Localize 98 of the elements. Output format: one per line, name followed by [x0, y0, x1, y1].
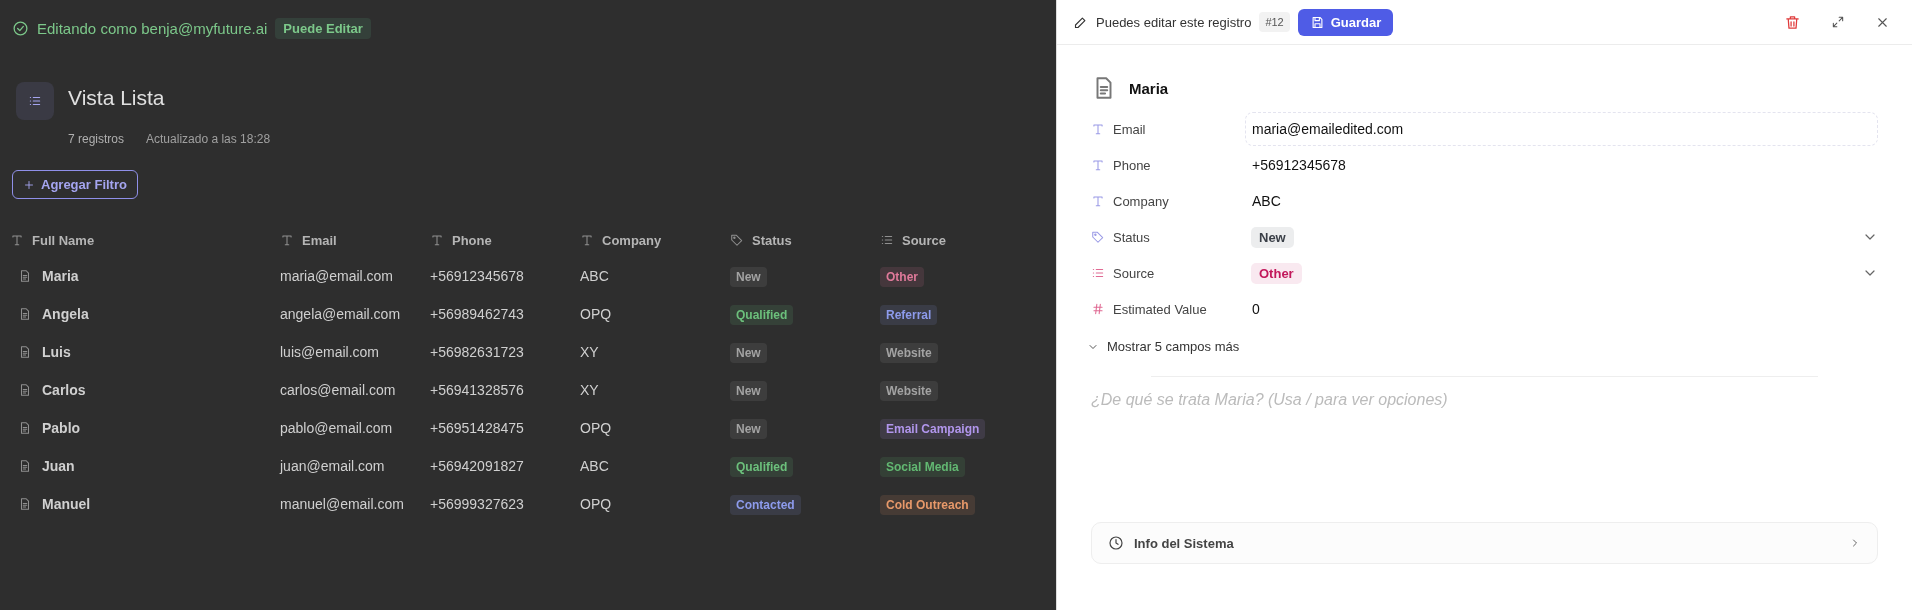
- field-input[interactable]: maria@emailedited.com: [1245, 112, 1878, 146]
- email-cell: maria@email.com: [280, 268, 393, 284]
- company-cell: ABC: [580, 458, 609, 474]
- expand-icon: [1831, 15, 1845, 29]
- email-cell: carlos@email.com: [280, 382, 396, 398]
- check-circle-icon: [12, 19, 29, 37]
- status-tag: Qualified: [730, 305, 794, 325]
- updated-time: Actualizado a las 18:28: [146, 132, 271, 146]
- column-header[interactable]: Phone: [452, 232, 492, 248]
- name-cell[interactable]: Maria: [42, 268, 79, 284]
- email-cell: manuel@email.com: [280, 496, 404, 512]
- field-input[interactable]: ABC: [1251, 186, 1878, 216]
- tag-value[interactable]: New: [1251, 226, 1294, 248]
- text-type-icon: [1091, 122, 1105, 136]
- status-tag: New: [730, 267, 767, 287]
- field-label: Company: [1113, 193, 1169, 209]
- name-cell[interactable]: Juan: [42, 458, 75, 474]
- field-label: Source: [1113, 265, 1155, 281]
- source-tag: Referral: [880, 305, 938, 325]
- tag-icon: [1091, 230, 1105, 244]
- email-cell: angela@email.com: [280, 306, 401, 322]
- phone-cell: +56999327623: [430, 496, 524, 512]
- system-info-bar[interactable]: Info del Sistema: [1091, 522, 1878, 564]
- text-type-icon: [280, 233, 294, 247]
- phone-cell: +56942091827: [430, 458, 524, 474]
- list-icon: [880, 233, 894, 247]
- company-cell: OPQ: [580, 306, 612, 322]
- status-tag: Contacted: [730, 495, 801, 515]
- company-cell: XY: [580, 344, 599, 360]
- pencil-icon: [1073, 14, 1088, 30]
- name-cell[interactable]: Angela: [42, 306, 89, 322]
- phone-cell: +56982631723: [430, 344, 524, 360]
- document-icon: [18, 269, 32, 283]
- view-title: Vista Lista: [68, 86, 166, 110]
- column-header[interactable]: Email: [302, 232, 337, 248]
- field-label: Email: [1113, 121, 1146, 137]
- phone-cell: +56989462743: [430, 306, 524, 322]
- tag-value[interactable]: Other: [1251, 262, 1302, 284]
- phone-cell: +56912345678: [430, 268, 524, 284]
- text-type-icon: [430, 233, 444, 247]
- source-tag: Website: [880, 343, 938, 363]
- company-cell: XY: [580, 382, 599, 398]
- field-label: Phone: [1113, 157, 1151, 173]
- list-icon: [1091, 266, 1105, 280]
- clock-icon: [1108, 535, 1124, 551]
- field-label: Status: [1113, 229, 1150, 245]
- permission-badge: Puede Editar: [275, 17, 371, 39]
- company-cell: OPQ: [580, 496, 612, 512]
- column-header[interactable]: Source: [902, 232, 947, 248]
- hash-icon: [1091, 302, 1105, 316]
- record-count: 7 registros: [68, 132, 125, 146]
- column-header[interactable]: Company: [602, 232, 662, 248]
- company-cell: ABC: [580, 268, 609, 284]
- document-icon: [18, 497, 32, 511]
- source-tag: Other: [880, 267, 924, 287]
- tag-icon: [730, 233, 744, 247]
- email-cell: pablo@email.com: [280, 420, 393, 436]
- document-icon: [18, 383, 32, 397]
- name-cell[interactable]: Manuel: [42, 496, 91, 512]
- text-type-icon: [10, 233, 24, 247]
- document-icon: [18, 307, 32, 321]
- status-tag: Qualified: [730, 457, 794, 477]
- email-cell: luis@email.com: [280, 344, 379, 360]
- field-input[interactable]: +56912345678: [1251, 150, 1878, 180]
- document-icon: [18, 421, 32, 435]
- editing-status-text: Editando como benja@myfuture.ai: [37, 19, 268, 37]
- text-type-icon: [1091, 158, 1105, 172]
- status-tag: New: [730, 381, 767, 401]
- name-cell[interactable]: Luis: [42, 344, 71, 360]
- trash-icon: [1784, 13, 1801, 31]
- phone-cell: +56941328576: [430, 382, 524, 398]
- add-filter-button[interactable]: Agregar Filtro: [12, 170, 138, 199]
- list-icon: [28, 94, 42, 108]
- text-type-icon: [1091, 194, 1105, 208]
- phone-cell: +56951428475: [430, 420, 524, 436]
- email-cell: juan@email.com: [280, 458, 385, 474]
- save-button[interactable]: Guardar: [1297, 8, 1394, 36]
- status-tag: New: [730, 419, 767, 439]
- document-icon: [18, 459, 32, 473]
- record-id-badge: #12: [1259, 12, 1290, 32]
- source-tag: Social Media: [880, 457, 965, 477]
- source-tag: Email Campaign: [880, 419, 986, 439]
- column-header[interactable]: Full Name: [32, 232, 95, 248]
- record-title: Maria: [1129, 79, 1169, 97]
- status-tag: New: [730, 343, 767, 363]
- field-input[interactable]: 0: [1251, 294, 1878, 324]
- source-tag: Cold Outreach: [880, 495, 975, 515]
- edit-permission-text: Puedes editar este registro: [1096, 14, 1252, 30]
- column-header[interactable]: Status: [752, 232, 792, 248]
- document-icon: [18, 345, 32, 359]
- plus-icon: [23, 178, 35, 191]
- source-tag: Website: [880, 381, 938, 401]
- company-cell: OPQ: [580, 420, 612, 436]
- show-more-fields-button[interactable]: Mostrar 5 campos más: [1087, 327, 1240, 366]
- text-type-icon: [580, 233, 594, 247]
- field-label: Estimated Value: [1113, 301, 1207, 317]
- name-cell[interactable]: Carlos: [42, 382, 86, 398]
- name-cell[interactable]: Pablo: [42, 420, 81, 436]
